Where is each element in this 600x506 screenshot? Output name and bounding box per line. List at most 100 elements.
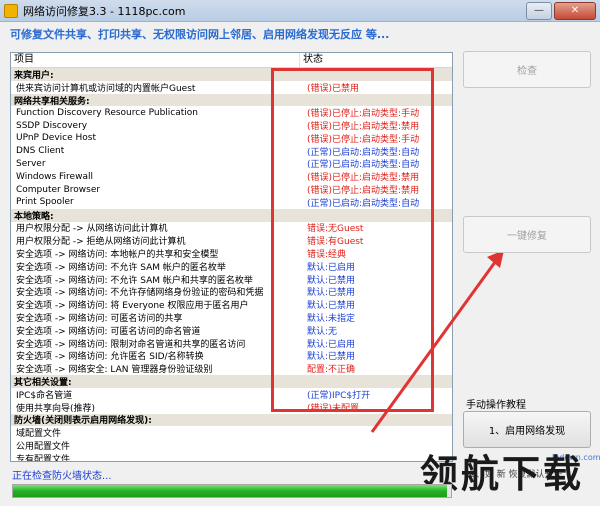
window-title: 网络访问修复3.3 - 1118pc.com — [23, 4, 186, 18]
list-row[interactable]: 安全选项 -> 网络访问: 可匿名访问的命名管道 默认:无 — [11, 324, 452, 337]
close-button[interactable]: ✕ — [554, 1, 596, 20]
list-row[interactable]: Windows Firewall (错误)已停止:启动类型:禁用 — [11, 170, 452, 183]
status-value: 默认:已启用 — [307, 339, 356, 350]
list-category-row[interactable]: 本地策略: — [11, 208, 452, 222]
item-label: 域配置文件 — [16, 429, 62, 440]
status-value: 默认:已禁用 — [307, 301, 356, 312]
status-value: (错误)已停止:启动类型:手动 — [307, 134, 420, 145]
check-button[interactable]: 检查 — [463, 51, 591, 88]
list-row[interactable]: 安全选项 -> 网络访问: 不允许存储网络身份验证的密码和凭据 默认:已禁用 — [11, 286, 452, 299]
one-click-repair-button[interactable]: 一键修复 — [463, 216, 591, 253]
description-banner: 可修复文件共享、打印共享、无权限访问网上邻居、启用网络发现无反应 等... — [10, 28, 390, 41]
list-row[interactable]: 用户权限分配 -> 拒绝从网络访问此计算机 错误:有Guest — [11, 234, 452, 247]
item-label: 安全选项 -> 网络访问: 可匿名访问的命名管道 — [16, 326, 201, 337]
status-value: (错误)已禁用 — [307, 83, 360, 94]
list-category-row[interactable]: 网络共享相关服务: — [11, 93, 452, 107]
progress-fill — [13, 485, 447, 497]
list-category-row[interactable]: 来宾用户: — [11, 68, 452, 81]
item-label: 供来宾访问计算机或访问域的内置帐户Guest — [16, 83, 196, 94]
status-value: (正常)IPC$打开 — [307, 390, 371, 401]
category-label: 网络共享相关服务: — [14, 96, 90, 107]
app-icon — [4, 3, 18, 18]
list-row[interactable]: 公用配置文件 — [11, 439, 452, 452]
item-label: 专有配置文件 — [16, 454, 71, 462]
list-row[interactable]: Function Discovery Resource Publication (… — [11, 106, 452, 119]
list-row[interactable]: UPnP Device Host (错误)已停止:启动类型:手动 — [11, 132, 452, 145]
list-row[interactable]: DNS Client (正常)已启动:启动类型:自动 — [11, 145, 452, 158]
list-row[interactable]: 用户权限分配 -> 从网络访问此计算机 错误:无Guest — [11, 222, 452, 235]
status-value: (错误)已停止:启动类型:手动 — [307, 109, 420, 120]
item-label: 安全选项 -> 网络访问: 允许匿名 SID/名称转换 — [16, 352, 204, 363]
list-row[interactable]: 域配置文件 — [11, 426, 452, 439]
list-row[interactable]: 安全选项 -> 网络访问: 将 Everyone 权限应用于匿名用户 默认:已禁用 — [11, 298, 452, 311]
status-value: (错误)未配置 — [307, 403, 360, 414]
list-category-row[interactable]: 防火墙(关闭则表示启用网络发现): — [11, 413, 452, 427]
list-row[interactable]: 安全选项 -> 网络安全: LAN 管理器身份验证级别 配置:不正确 — [11, 362, 452, 375]
item-label: 安全选项 -> 网络访问: 本地帐户的共享和安全模型 — [16, 250, 219, 260]
list-rows: 来宾用户: 供来宾访问计算机或访问域的内置帐户Guest (错误)已禁用网络共享相关… — [11, 68, 452, 462]
status-value: 默认:已启用 — [307, 262, 356, 273]
item-label: 安全选项 -> 网络访问: 不允许 SAM 帐户和共享的匿名枚举 — [16, 275, 253, 286]
item-label: Windows Firewall — [16, 171, 93, 182]
list-row[interactable]: IPC$命名管道 (正常)IPC$打开 — [11, 388, 452, 401]
column-header-item[interactable]: 项目 — [11, 53, 299, 67]
category-label: 本地策略: — [14, 211, 54, 222]
item-label: 安全选项 -> 网络访问: 将 Everyone 权限应用于匿名用户 — [16, 301, 249, 312]
item-label: Server — [16, 158, 46, 169]
list-row[interactable]: Print Spooler (正常)已启动:启动类型:自动 — [11, 196, 452, 209]
list-row[interactable]: Server (正常)已启动:启动类型:自动 — [11, 158, 452, 171]
status-value: 错误:有Guest — [307, 237, 364, 248]
column-header-status[interactable]: 状态 — [299, 53, 452, 67]
list-header: 项目 状态 — [11, 53, 452, 68]
item-label: UPnP Device Host — [16, 133, 96, 144]
status-value: (正常)已启动:启动类型:自动 — [307, 160, 420, 171]
progress-bar — [12, 484, 452, 498]
status-value: (错误)已停止:启动类型:禁用 — [307, 186, 420, 196]
item-label: Computer Browser — [16, 184, 101, 195]
list-row[interactable]: Computer Browser (错误)已停止:启动类型:禁用 — [11, 183, 452, 196]
list-row[interactable]: 安全选项 -> 网络访问: 可匿名访问的共享 默认:未指定 — [11, 311, 452, 324]
status-value: (错误)已停止:启动类型:禁用 — [307, 122, 420, 132]
item-label: 使用共享向导(推荐) — [16, 403, 96, 414]
list-row[interactable]: 专有配置文件 — [11, 452, 452, 462]
status-value: 错误:无Guest — [307, 224, 364, 235]
status-value: (正常)已启动:启动类型:自动 — [307, 198, 420, 209]
item-label: 用户权限分配 -> 拒绝从网络访问此计算机 — [16, 237, 186, 248]
item-label: SSDP Discovery — [16, 120, 88, 131]
status-value: 默认:已禁用 — [307, 288, 356, 299]
category-label: 防火墙(关闭则表示启用网络发现): — [14, 416, 152, 427]
category-label: 其它相关设置: — [14, 378, 72, 388]
status-value: 配置:不正确 — [307, 365, 356, 376]
status-value: (正常)已启动:启动类型:自动 — [307, 147, 420, 158]
item-label: Print Spooler — [16, 197, 74, 208]
item-label: IPC$命名管道 — [16, 390, 73, 401]
item-label: Function Discovery Resource Publication — [16, 107, 198, 118]
list-row[interactable]: 使用共享向导(推荐) (错误)未配置 — [11, 401, 452, 414]
check-results-list[interactable]: 项目 状态 来宾用户: 供来宾访问计算机或访问域的内置帐户Guest (错误)已禁用… — [10, 52, 453, 462]
item-label: DNS Client — [16, 146, 65, 157]
tutorial-label: 手动操作教程 — [466, 400, 526, 411]
list-row[interactable]: SSDP Discovery (错误)已停止:启动类型:禁用 — [11, 119, 452, 132]
status-value: 默认:已禁用 — [307, 352, 356, 363]
list-row[interactable]: 安全选项 -> 网络访问: 不允许 SAM 帐户的匿名枚举 默认:已启用 — [11, 260, 452, 273]
list-row[interactable]: 供来宾访问计算机或访问域的内置帐户Guest (错误)已禁用 — [11, 81, 452, 94]
category-label: 来宾用户: — [14, 70, 54, 81]
list-row[interactable]: 安全选项 -> 网络访问: 本地帐户的共享和安全模型 错误:经典 — [11, 247, 452, 260]
minimize-button[interactable]: — — [526, 1, 552, 20]
list-row[interactable]: 安全选项 -> 网络访问: 限制对命名管道和共享的匿名访问 默认:已启用 — [11, 337, 452, 350]
list-category-row[interactable]: 其它相关设置: — [11, 375, 452, 388]
enable-network-discovery-button[interactable]: 1、启用网络发现 — [463, 411, 591, 448]
list-row[interactable]: 安全选项 -> 网络访问: 不允许 SAM 帐户和共享的匿名枚举 默认:已禁用 — [11, 273, 452, 286]
item-label: 安全选项 -> 网络访问: 不允许 SAM 帐户的匿名枚举 — [16, 262, 226, 273]
status-value: 默认:已禁用 — [307, 275, 356, 286]
status-value: (错误)已停止:启动类型:禁用 — [307, 173, 420, 184]
item-label: 安全选项 -> 网络安全: LAN 管理器身份验证级别 — [16, 365, 213, 376]
item-label: 安全选项 -> 网络访问: 可匿名访问的共享 — [16, 314, 183, 324]
status-message: 正在检查防火墙状态... — [12, 471, 112, 482]
title-bar: 网络访问修复3.3 - 1118pc.com — ✕ — [0, 0, 600, 22]
item-label: 安全选项 -> 网络访问: 限制对命名管道和共享的匿名访问 — [16, 339, 246, 350]
list-row[interactable]: 安全选项 -> 网络访问: 允许匿名 SID/名称转换 默认:已禁用 — [11, 350, 452, 363]
item-label: 用户权限分配 -> 从网络访问此计算机 — [16, 224, 168, 235]
item-label: 安全选项 -> 网络访问: 不允许存储网络身份验证的密码和凭据 — [16, 288, 264, 299]
item-label: 公用配置文件 — [16, 442, 71, 452]
